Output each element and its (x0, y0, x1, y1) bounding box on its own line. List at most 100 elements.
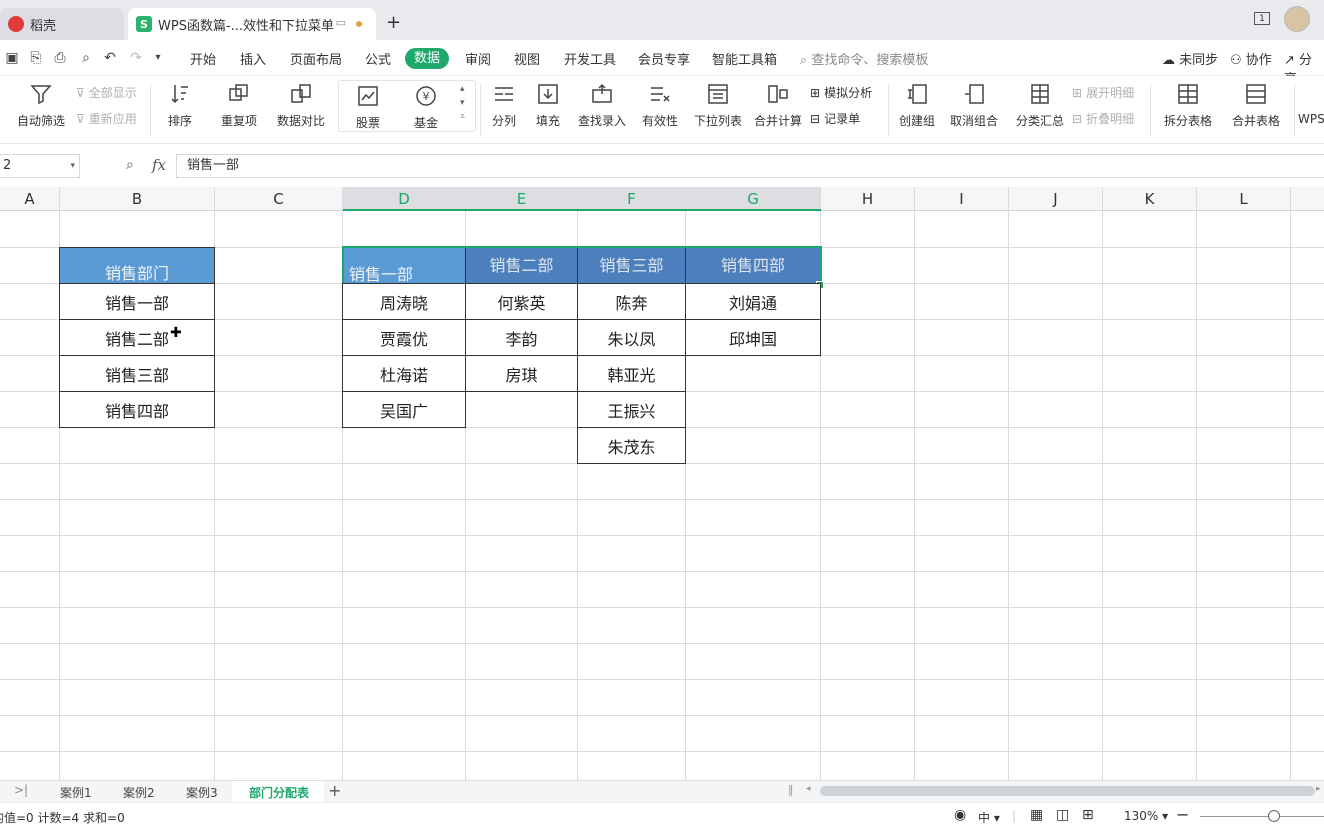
column-header-e[interactable]: E (466, 187, 578, 211)
name-cell[interactable]: 韩亚光 (577, 355, 686, 392)
column-header-j[interactable]: J (1009, 187, 1103, 211)
subtotal-button[interactable]: 分类汇总 (1012, 80, 1068, 129)
sheet-tab-dept-assign[interactable]: 部门分配表 (249, 784, 309, 801)
name-cell[interactable]: 贾霞优 (342, 319, 466, 356)
export-icon[interactable]: ⎘ (28, 50, 44, 66)
name-cell[interactable]: 周涛晓 (342, 283, 466, 320)
sheet-tab-case3[interactable]: 案例3 (186, 784, 218, 801)
show-all-button[interactable]: ⊽ 全部显示 (76, 84, 137, 101)
screen-icon[interactable]: ▭ (336, 16, 346, 29)
expand-detail-button[interactable]: ⊞ 展开明细 (1072, 84, 1134, 101)
dept-header-cell[interactable]: 销售部门 (59, 247, 215, 284)
horizontal-scrollbar[interactable] (820, 786, 1315, 796)
ime-indicator[interactable]: 中 ▾ (978, 809, 1000, 826)
column-header-d[interactable]: D (343, 187, 466, 211)
add-sheet-plus-icon[interactable]: + (328, 781, 341, 800)
column-header-a[interactable]: A (0, 187, 60, 211)
redo-icon[interactable]: ↷ (128, 50, 144, 66)
save-icon[interactable]: ▣ (4, 50, 20, 66)
name-cell[interactable]: 房琪 (465, 355, 578, 392)
collab-button[interactable]: ⚇ 协作 (1230, 49, 1272, 68)
wps-more-button[interactable]: WPS (1298, 112, 1324, 126)
split-table-button[interactable]: 拆分表格 (1158, 80, 1218, 129)
page-layout-view-icon[interactable]: ◫ (1056, 807, 1069, 823)
menu-data[interactable]: 数据 (405, 48, 449, 69)
collapse-detail-button[interactable]: ⊟ 折叠明细 (1072, 110, 1134, 127)
zoom-formula-icon[interactable]: ⌕ (126, 157, 134, 173)
ungroup-button[interactable]: 取消组合 (944, 80, 1004, 129)
name-cell[interactable]: 朱以凤 (577, 319, 686, 356)
menu-page-layout[interactable]: 页面布局 (290, 49, 342, 68)
menu-smart-toolbox[interactable]: 智能工具箱 (712, 49, 777, 68)
column-header-b[interactable]: B (60, 187, 215, 211)
name-cell[interactable]: 王振兴 (577, 391, 686, 428)
zoom-slider-thumb[interactable] (1268, 810, 1280, 822)
menu-insert[interactable]: 插入 (240, 49, 266, 68)
menu-member[interactable]: 会员专享 (638, 49, 690, 68)
column-header-k[interactable]: K (1103, 187, 1197, 211)
dept-cell[interactable]: 销售三部 (59, 355, 215, 392)
cell-grid[interactable]: 销售部门 销售一部 销售二部 销售三部 销售四部 ✚ 销售一部 销售二部 销售三… (0, 211, 1324, 780)
dept-cell[interactable]: 销售四部 (59, 391, 215, 428)
name-cell[interactable]: 何紫英 (465, 283, 578, 320)
stock-button[interactable]: 股票 (346, 82, 390, 131)
find-input-button[interactable]: 查找录入 (574, 80, 630, 129)
scroll-left-icon[interactable]: ◂ (806, 784, 811, 794)
name-cell[interactable]: 李韵 (465, 319, 578, 356)
menu-formula[interactable]: 公式 (365, 49, 391, 68)
data-compare-button[interactable]: 数据对比 (272, 80, 330, 129)
quick-access-dropdown-icon[interactable]: ▾ (150, 50, 166, 66)
avatar[interactable] (1284, 6, 1310, 32)
zoom-slider-track[interactable] (1200, 816, 1324, 817)
undo-icon[interactable]: ↶ (102, 50, 118, 66)
menu-developer[interactable]: 开发工具 (564, 49, 616, 68)
tab-wps-document[interactable]: S WPS函数篇-...效性和下拉菜单 ▭ (128, 8, 376, 40)
sort-button[interactable]: 排序 (158, 80, 202, 129)
column-header-i[interactable]: I (915, 187, 1009, 211)
record-form-button[interactable]: ⊟ 记录单 (810, 110, 860, 127)
auto-filter-button[interactable]: 自动筛选 (14, 80, 68, 129)
scroll-split-icon[interactable]: ‖ (788, 783, 794, 796)
name-cell[interactable]: 朱茂东 (577, 427, 686, 464)
name-cell[interactable]: 杜海诺 (342, 355, 466, 392)
chevron-down-icon[interactable]: ▾ (70, 155, 75, 177)
column-header-h[interactable]: H (821, 187, 915, 211)
dept-cell[interactable]: 销售二部 (59, 319, 215, 356)
zoom-out-icon[interactable]: − (1176, 805, 1189, 824)
column-header-g[interactable]: G (686, 187, 821, 211)
simulate-analysis-button[interactable]: ⊞ 模拟分析 (810, 84, 872, 101)
validity-button[interactable]: 有效性 (634, 80, 686, 129)
tab-daoke[interactable]: 稻壳 (0, 8, 124, 40)
merge-calc-button[interactable]: 合并计算 (750, 80, 806, 129)
menu-view[interactable]: 视图 (514, 49, 540, 68)
window-count-icon[interactable]: 1 (1254, 12, 1270, 25)
fill-button[interactable]: 填充 (528, 80, 568, 129)
dept-cell[interactable]: 销售一部 (59, 283, 215, 320)
normal-view-icon[interactable]: ▦ (1030, 807, 1043, 823)
sheet-tab-case1[interactable]: 案例1 (60, 784, 92, 801)
column-header-l[interactable]: L (1197, 187, 1291, 211)
name-cell[interactable]: 邱坤国 (685, 319, 821, 356)
name-box[interactable]: 2 ▾ (0, 154, 80, 178)
zoom-level[interactable]: 130% ▾ (1124, 809, 1168, 823)
name-cell[interactable]: 吴国广 (342, 391, 466, 428)
command-search[interactable]: ⌕ 查找命令、搜索模板 (800, 49, 928, 68)
sheet-tab-case2[interactable]: 案例2 (123, 784, 155, 801)
gallery-scroll-icon[interactable]: ▴ ▾ ⩡ (460, 82, 465, 124)
new-tab-plus-icon[interactable]: + (386, 12, 401, 33)
page-break-view-icon[interactable]: ⊞ (1082, 807, 1094, 823)
name-cell[interactable]: 刘娟通 (685, 283, 821, 320)
print-preview-icon[interactable]: ⌕ (78, 50, 94, 66)
reapply-button[interactable]: ⊽ 重新应用 (76, 110, 137, 127)
name-cell[interactable]: 陈奔 (577, 283, 686, 320)
formula-input[interactable]: 销售一部 (176, 154, 1324, 178)
create-group-button[interactable]: 创建组 (894, 80, 940, 129)
menu-start[interactable]: 开始 (190, 49, 216, 68)
dropdown-list-button[interactable]: 下拉列表 (692, 80, 744, 129)
sync-status[interactable]: ☁ 未同步 (1162, 49, 1218, 68)
merge-table-button[interactable]: 合并表格 (1226, 80, 1286, 129)
menu-review[interactable]: 审阅 (465, 49, 491, 68)
scroll-right-icon[interactable]: ▸ (1316, 784, 1321, 794)
split-column-button[interactable]: 分列 (484, 80, 524, 129)
print-icon[interactable]: ⎙ (52, 50, 68, 66)
